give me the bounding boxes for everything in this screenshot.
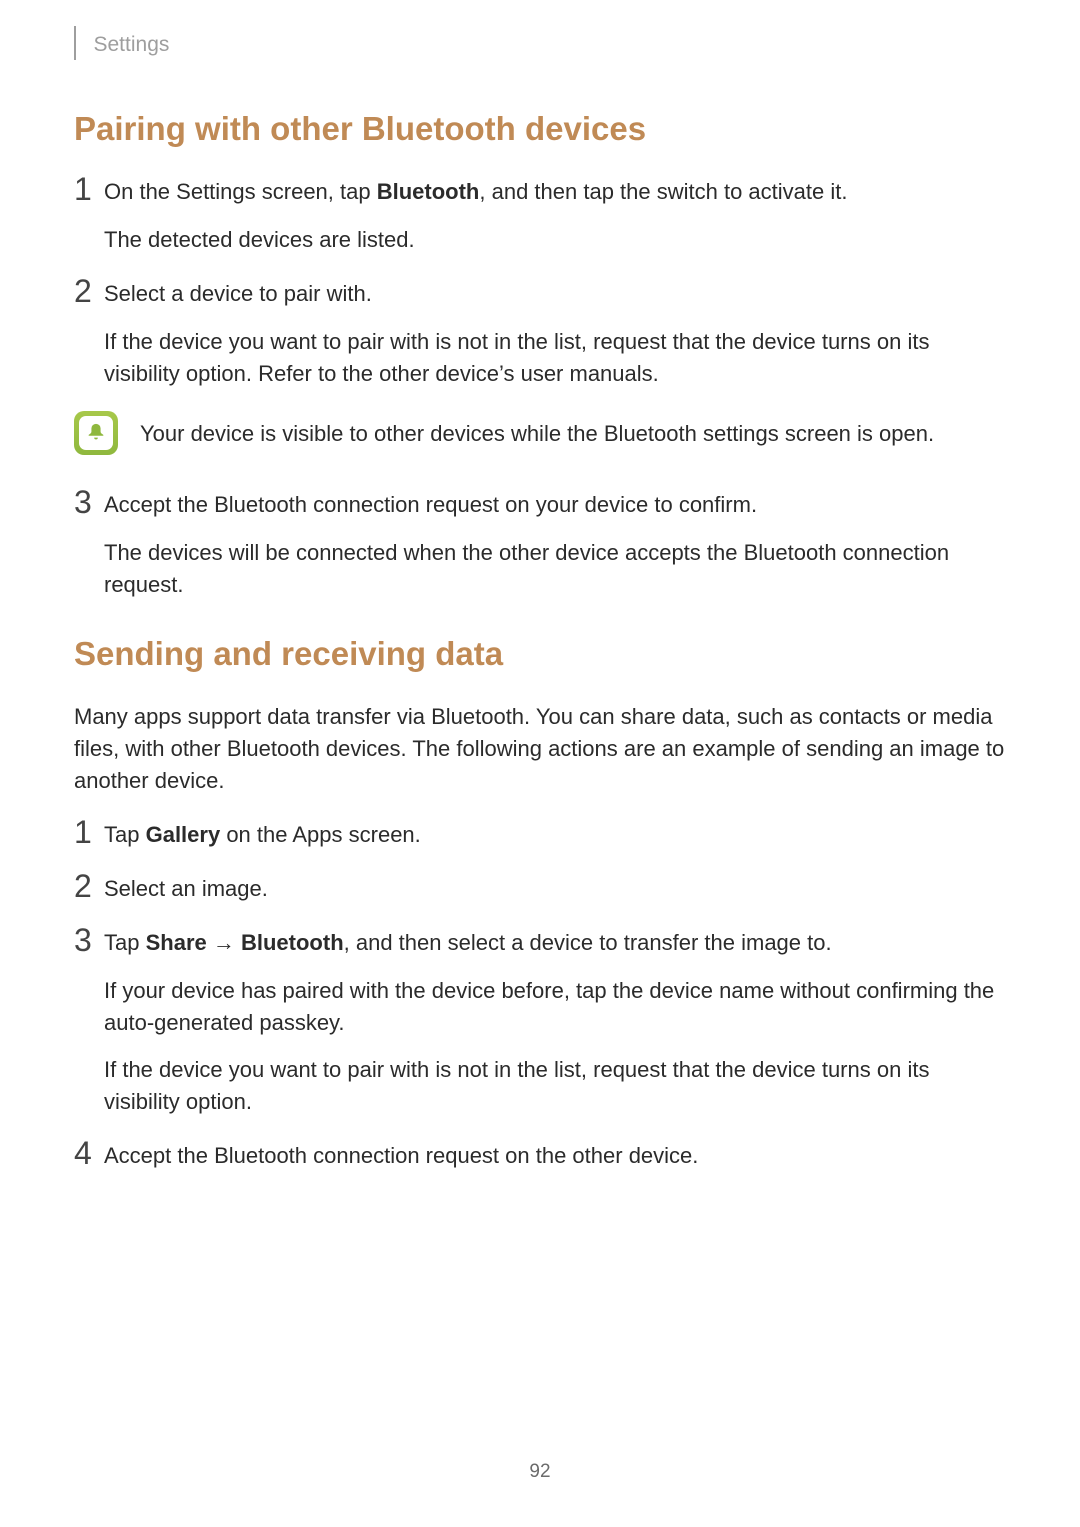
step-text: Tap Share → Bluetooth, and then select a… — [104, 927, 1006, 959]
step-body: Tap Share → Bluetooth, and then select a… — [104, 927, 1006, 1118]
step-text: The detected devices are listed. — [104, 224, 1006, 256]
step-text: Accept the Bluetooth connection request … — [104, 489, 1006, 521]
step-number: 1 — [74, 173, 104, 205]
text-fragment: , and then tap the switch to activate it… — [479, 179, 847, 204]
step-text: If the device you want to pair with is n… — [104, 326, 1006, 390]
step-number: 3 — [74, 924, 104, 956]
step-3b: 3 Tap Share → Bluetooth, and then select… — [74, 927, 1006, 1118]
bell-icon-inner — [79, 416, 113, 450]
steps-pairing: 1 On the Settings screen, tap Bluetooth,… — [74, 176, 1006, 389]
text-fragment: on the Apps screen. — [220, 822, 421, 847]
note-text: Your device is visible to other devices … — [140, 418, 934, 450]
manual-page: Settings Pairing with other Bluetooth de… — [0, 0, 1080, 1527]
step-1: 1 On the Settings screen, tap Bluetooth,… — [74, 176, 1006, 256]
step-number: 3 — [74, 486, 104, 518]
step-1b: 1 Tap Gallery on the Apps screen. — [74, 819, 1006, 851]
step-body: Select a device to pair with. If the dev… — [104, 278, 1006, 390]
text-fragment: On the Settings screen, tap — [104, 179, 377, 204]
section-intro: Many apps support data transfer via Blue… — [74, 701, 1006, 797]
arrow-glyph: → — [207, 930, 241, 955]
text-fragment: , and then select a device to transfer t… — [344, 930, 832, 955]
steps-pairing-cont: 3 Accept the Bluetooth connection reques… — [74, 489, 1006, 601]
step-text: Tap Gallery on the Apps screen. — [104, 819, 1006, 851]
step-text: Accept the Bluetooth connection request … — [104, 1140, 1006, 1172]
bold-gallery: Gallery — [146, 822, 221, 847]
step-3: 3 Accept the Bluetooth connection reques… — [74, 489, 1006, 601]
step-number: 1 — [74, 816, 104, 848]
breadcrumb: Settings — [74, 30, 1006, 60]
step-number: 4 — [74, 1137, 104, 1169]
step-4b: 4 Accept the Bluetooth connection reques… — [74, 1140, 1006, 1172]
text-fragment: Tap — [104, 930, 146, 955]
step-2: 2 Select a device to pair with. If the d… — [74, 278, 1006, 390]
steps-sending: 1 Tap Gallery on the Apps screen. 2 Sele… — [74, 819, 1006, 1172]
step-text: If the device you want to pair with is n… — [104, 1054, 1006, 1118]
breadcrumb-text: Settings — [94, 33, 170, 57]
bold-bluetooth: Bluetooth — [377, 179, 480, 204]
section-title-sending: Sending and receiving data — [74, 635, 1006, 673]
step-body: Tap Gallery on the Apps screen. — [104, 819, 1006, 851]
step-number: 2 — [74, 275, 104, 307]
step-text: The devices will be connected when the o… — [104, 537, 1006, 601]
step-body: Accept the Bluetooth connection request … — [104, 1140, 1006, 1172]
step-number: 2 — [74, 870, 104, 902]
bold-share: Share — [146, 930, 207, 955]
step-2b: 2 Select an image. — [74, 873, 1006, 905]
section-title-pairing: Pairing with other Bluetooth devices — [74, 110, 1006, 148]
step-text: If your device has paired with the devic… — [104, 975, 1006, 1039]
bell-icon-svg — [85, 422, 107, 444]
step-body: Select an image. — [104, 873, 1006, 905]
bell-icon — [74, 411, 118, 455]
step-text: Select a device to pair with. — [104, 278, 1006, 310]
content: Pairing with other Bluetooth devices 1 O… — [74, 110, 1006, 1172]
breadcrumb-divider — [74, 26, 76, 60]
step-text: Select an image. — [104, 873, 1006, 905]
step-body: Accept the Bluetooth connection request … — [104, 489, 1006, 601]
bold-bluetooth2: Bluetooth — [241, 930, 344, 955]
page-number: 92 — [0, 1461, 1080, 1483]
note-callout: Your device is visible to other devices … — [74, 411, 1006, 455]
text-fragment: Tap — [104, 822, 146, 847]
step-body: On the Settings screen, tap Bluetooth, a… — [104, 176, 1006, 256]
step-text: On the Settings screen, tap Bluetooth, a… — [104, 176, 1006, 208]
